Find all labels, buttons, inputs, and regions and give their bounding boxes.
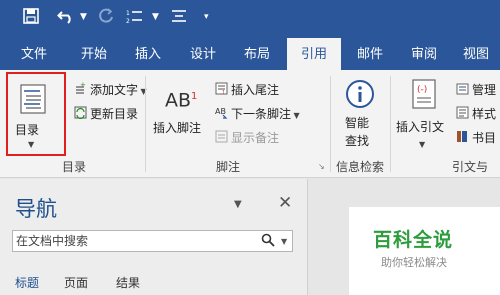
document-area: 百科全说 助你轻松解决 [309,179,500,295]
tab-references[interactable]: 引用 [287,38,341,71]
close-icon[interactable]: ✕ [278,193,292,213]
show-notes-icon [215,130,228,148]
footnotes-group-label: 脚注 [215,160,240,174]
update-toc-label: 更新目录 [90,107,139,121]
svg-text:2: 2 [126,18,130,24]
manage-sources-button[interactable]: 管理 [456,81,496,100]
search-options-dropdown-icon[interactable]: ▼ [281,237,287,246]
watermark-logo-subtitle: 助你轻松解决 [381,256,447,269]
tab-insert[interactable]: 插入 [126,38,170,70]
next-footnote-button[interactable]: AB 下一条脚注 ▼ [215,105,300,125]
tab-headings[interactable]: 标题 [15,274,39,291]
svg-text:1: 1 [222,90,225,95]
toc-group-label: 目录 [61,160,86,174]
svg-text:+: + [80,82,86,89]
insert-endnote-icon: 1 [215,82,228,100]
customize-qat-icon[interactable]: ▾ [204,12,209,22]
insert-endnote-button[interactable]: 1 插入尾注 [215,81,279,100]
align-icon[interactable] [170,8,188,29]
save-icon[interactable] [23,8,39,29]
list-format-icon[interactable]: 12 [126,8,146,29]
group-divider [390,76,391,172]
research-group-label: 信息检索 [335,160,384,174]
style-icon [456,106,469,124]
tab-review[interactable]: 审阅 [402,38,446,70]
insert-citation-button[interactable]: (-) 插入引文 ▼ [396,78,454,154]
ribbon-tabs: 文件 开始 插入 设计 布局 引用 邮件 审阅 视图 [0,38,500,71]
insert-citation-dropdown-icon: ▼ [419,140,426,149]
bibliography-icon [456,130,469,148]
group-divider [145,76,146,172]
redo-icon[interactable] [98,8,114,29]
show-notes-button[interactable]: 显示备注 [215,129,279,148]
next-footnote-icon: AB [215,106,228,124]
manage-sources-label: 管理 [472,83,497,97]
toc-dropdown-icon: ▼ [28,140,35,149]
table-of-contents-icon [20,84,46,117]
insert-endnote-label: 插入尾注 [231,83,280,97]
search-icon[interactable] [261,233,275,250]
quick-access-toolbar: ▼ 12 ▼ ▾ [0,0,500,38]
bibliography-button[interactable]: 书目 [456,129,496,148]
show-notes-label: 显示备注 [231,131,280,145]
table-of-contents-button[interactable]: 目录 ▼ [6,72,66,156]
tab-pages[interactable]: 页面 [64,274,88,291]
footnotes-dialog-launcher-icon[interactable]: ↘ [318,162,325,171]
manage-sources-icon [456,82,469,100]
pane-options-dropdown-icon[interactable]: ▼ [234,199,242,210]
insert-citation-label: 插入引文 [396,120,445,134]
tab-mailings[interactable]: 邮件 [348,38,392,70]
add-text-icon: + [74,81,87,100]
smart-lookup-icon [344,78,376,115]
bibliography-label: 书目 [472,131,497,145]
tab-design[interactable]: 设计 [181,38,225,70]
watermark-logo-title: 百科全说 [373,229,454,251]
insert-footnote-label: 插入脚注 [153,121,202,135]
tab-view[interactable]: 视图 [454,38,498,70]
update-toc-icon [74,105,87,124]
tab-home[interactable]: 开始 [72,38,116,70]
search-input[interactable] [16,233,246,249]
insert-footnote-button[interactable]: AB1 插入脚注 [153,88,213,148]
svg-text:1: 1 [126,10,130,17]
tab-results[interactable]: 结果 [116,274,140,291]
smart-lookup-label-line2: 查找 [345,134,370,148]
smart-lookup-button[interactable]: 智能 查找 [340,78,380,154]
citations-group-label: 引文与 [452,160,489,174]
style-label: 样式 [472,107,497,121]
undo-icon[interactable] [57,8,75,29]
next-footnote-dropdown-icon: ▼ [291,111,300,120]
style-button[interactable]: 样式 [456,105,496,124]
document-search-box[interactable]: ▼ [12,230,293,252]
ribbon-references: 目录 ▼ + 添加文字 ▼ 更新目录 目录 AB1 插入脚注 1 插入尾注 AB 下一… [0,70,500,178]
add-text-button[interactable]: + 添加文字 ▼ [74,81,147,101]
navigation-pane: 导航 ▼ ✕ ▼ 标题 页面 结果 [0,179,308,295]
navigation-pane-title: 导航 [15,197,57,221]
tab-layout[interactable]: 布局 [234,38,280,70]
tab-file[interactable]: 文件 [12,38,56,70]
list-format-dropdown-icon[interactable]: ▼ [152,12,159,22]
svg-text:(-): (-) [417,85,427,95]
add-text-label: 添加文字 [90,83,139,97]
update-toc-button[interactable]: 更新目录 [74,105,138,124]
insert-citation-icon: (-) [410,78,438,115]
svg-text:AB: AB [215,107,226,116]
next-footnote-label: 下一条脚注 [231,107,292,121]
undo-dropdown-icon[interactable]: ▼ [80,12,87,22]
document-page[interactable]: 百科全说 助你轻松解决 [349,207,500,295]
toc-button-label: 目录 [15,123,40,137]
insert-footnote-icon: AB1 [165,89,198,112]
smart-lookup-label-line1: 智能 [345,116,370,130]
